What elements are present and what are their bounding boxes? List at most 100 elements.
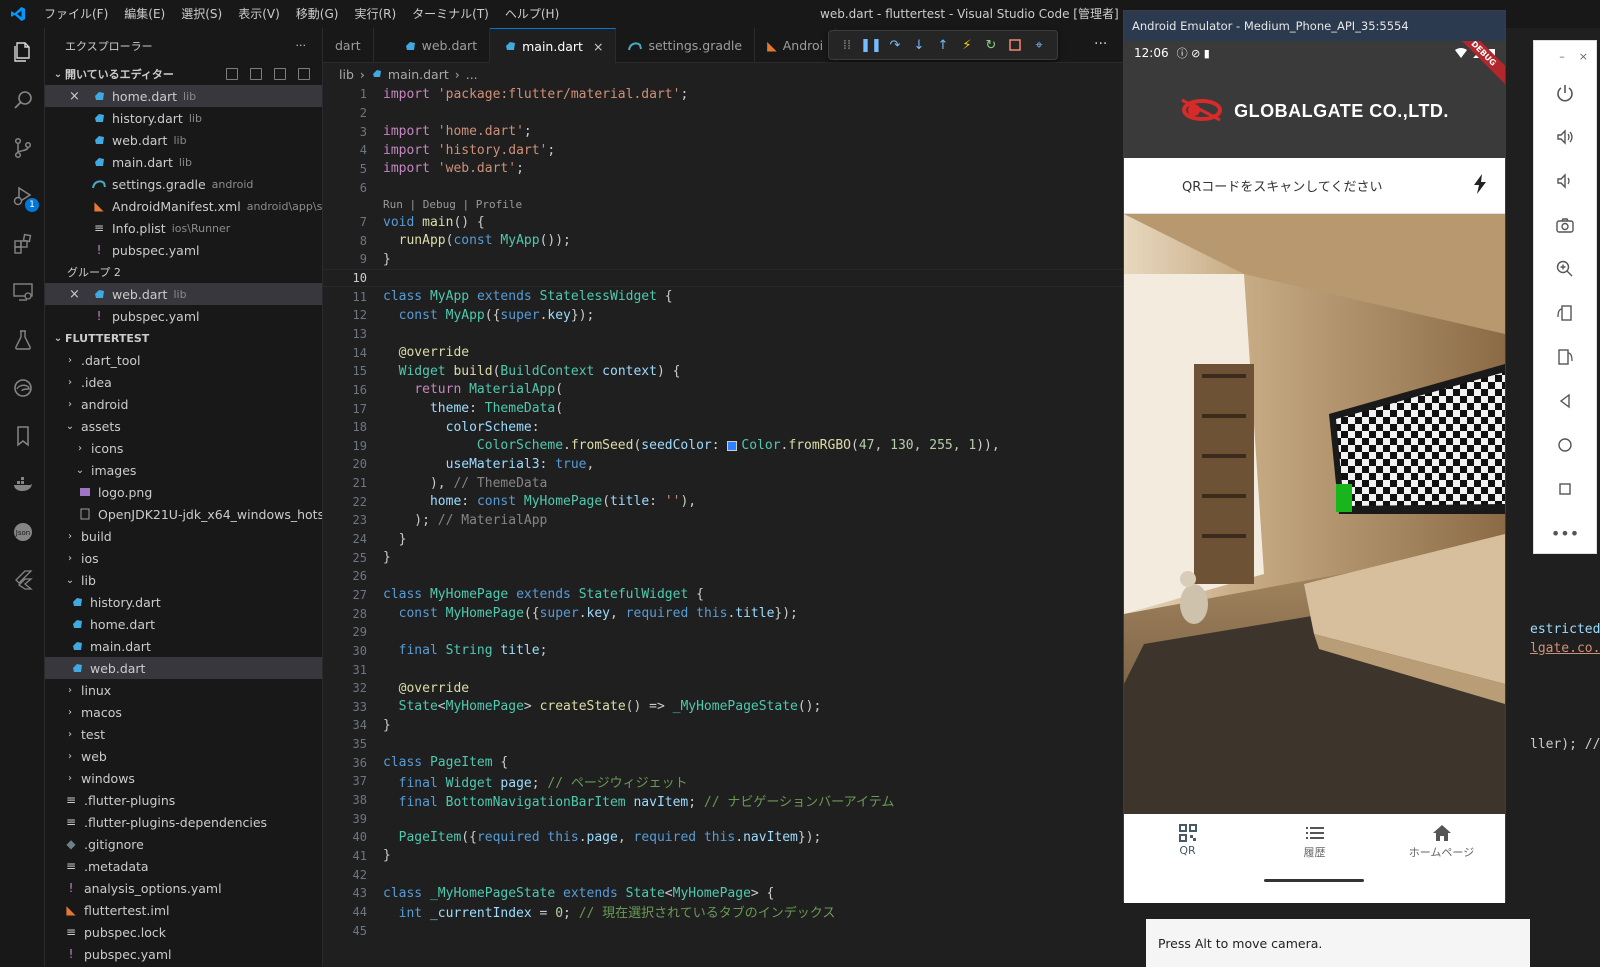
menu-edit[interactable]: 編集(E) (116, 0, 173, 28)
tree-file[interactable]: ! analysis_options.yaml (45, 877, 322, 899)
open-editor-item[interactable]: × web.dart lib (45, 283, 322, 305)
rotate-right-icon[interactable] (1534, 335, 1596, 379)
tree-file[interactable]: home.dart (45, 613, 322, 635)
menu-file[interactable]: ファイル(F) (36, 0, 116, 28)
breadcrumb-folder[interactable]: lib (339, 67, 354, 82)
power-icon[interactable] (1534, 71, 1596, 115)
tree-folder[interactable]: › .idea (45, 371, 322, 393)
menu-view[interactable]: 表示(V) (230, 0, 288, 28)
open-editor-item[interactable]: web.dart lib (45, 129, 322, 151)
restart-icon[interactable]: ↻ (983, 37, 999, 53)
menu-run[interactable]: 実行(R) (346, 0, 404, 28)
tree-folder[interactable]: ⌄ assets (45, 415, 322, 437)
explorer-icon[interactable] (0, 28, 45, 76)
tree-file[interactable]: logo.png (45, 481, 322, 503)
menu-terminal[interactable]: ターミナル(T) (404, 0, 497, 28)
home-icon[interactable] (1534, 423, 1596, 467)
step-out-icon[interactable]: ↑ (935, 37, 951, 53)
tree-file[interactable]: ◣ fluttertest.iml (45, 899, 322, 921)
open-editor-item[interactable]: ! pubspec.yaml (45, 239, 322, 261)
tab-android-manifest[interactable]: ◣ Androi (755, 28, 837, 63)
close-icon[interactable]: × (69, 89, 80, 104)
tree-folder[interactable]: ⌄ lib (45, 569, 322, 591)
tab-web-dart[interactable]: web.dart (374, 28, 491, 63)
tree-folder[interactable]: › linux (45, 679, 322, 701)
tree-file-selected[interactable]: web.dart (45, 657, 322, 679)
step-into-icon[interactable]: ↓ (911, 37, 927, 53)
back-icon[interactable] (1534, 379, 1596, 423)
nav-qr[interactable]: QR (1138, 822, 1238, 857)
camera-preview[interactable] (1124, 214, 1505, 814)
bookmark-icon[interactable] (0, 412, 45, 460)
edge-devtools-icon[interactable] (0, 364, 45, 412)
open-editor-item[interactable]: history.dart lib (45, 107, 322, 129)
hot-reload-icon[interactable]: ⚡ (959, 37, 975, 53)
tree-folder[interactable]: › web (45, 745, 322, 767)
close-all-icon[interactable] (274, 68, 286, 80)
zoom-icon[interactable] (1534, 247, 1596, 291)
run-debug-icon[interactable]: 1 (0, 172, 45, 220)
tree-folder[interactable]: › windows (45, 767, 322, 789)
tree-folder[interactable]: › build (45, 525, 322, 547)
codelens-run-debug[interactable]: Run | Debug | Profile (323, 197, 1123, 213)
more-icon[interactable]: ••• (1534, 511, 1596, 555)
tree-folder[interactable]: › android (45, 393, 322, 415)
source-control-icon[interactable] (0, 124, 45, 172)
search-icon[interactable] (0, 76, 45, 124)
close-icon[interactable]: × (593, 39, 603, 54)
tree-file[interactable]: ≡ .flutter-plugins-dependencies (45, 811, 322, 833)
tree-file[interactable]: history.dart (45, 591, 322, 613)
flutter-icon[interactable] (0, 556, 45, 604)
minimize-button[interactable]: – (1559, 50, 1565, 63)
collapse-icon[interactable] (298, 68, 310, 80)
tab-settings-gradle[interactable]: settings.gradle (616, 28, 756, 63)
new-file-icon[interactable] (226, 68, 238, 80)
inspector-icon[interactable]: ⌖ (1031, 37, 1047, 53)
tree-folder[interactable]: › icons (45, 437, 322, 459)
tree-folder[interactable]: › macos (45, 701, 322, 723)
tree-folder[interactable]: › test (45, 723, 322, 745)
tree-folder[interactable]: ⌄ images (45, 459, 322, 481)
tree-file[interactable]: ! pubspec.yaml (45, 943, 322, 965)
remote-explorer-icon[interactable] (0, 268, 45, 316)
overview-icon[interactable] (1534, 467, 1596, 511)
step-over-icon[interactable]: ↷ (887, 37, 903, 53)
breadcrumb-more[interactable]: ... (466, 67, 478, 82)
extensions-icon[interactable] (0, 220, 45, 268)
flash-icon[interactable] (1473, 173, 1487, 198)
volume-up-icon[interactable] (1534, 115, 1596, 159)
project-header[interactable]: ⌄ FLUTTERTEST (45, 327, 322, 349)
menu-selection[interactable]: 選択(S) (173, 0, 230, 28)
tree-file[interactable]: ≡ .metadata (45, 855, 322, 877)
open-editor-item[interactable]: ≡ Info.plist ios\Runner (45, 217, 322, 239)
code-editor[interactable]: 1 import 'package:flutter/material.dart';… (323, 85, 1123, 967)
close-icon[interactable]: × (69, 287, 80, 302)
open-editor-item[interactable]: main.dart lib (45, 151, 322, 173)
menu-help[interactable]: ヘルプ(H) (497, 0, 567, 28)
tree-file[interactable]: ≡ pubspec.lock (45, 921, 322, 943)
pause-icon[interactable]: ❚❚ (860, 37, 882, 53)
tree-file[interactable]: ◆ .gitignore (45, 833, 322, 855)
open-editor-item[interactable]: ◣ AndroidManifest.xml android\app\s... (45, 195, 322, 217)
nav-homepage[interactable]: ホームページ (1392, 822, 1492, 860)
close-button[interactable]: × (1579, 50, 1588, 63)
menu-go[interactable]: 移動(G) (288, 0, 347, 28)
tree-file[interactable]: OpenJDK21U-jdk_x64_windows_hots... (45, 503, 322, 525)
open-editor-item[interactable]: settings.gradle android (45, 173, 322, 195)
tree-file[interactable]: main.dart (45, 635, 322, 657)
tree-folder[interactable]: › .dart_tool (45, 349, 322, 371)
rotate-left-icon[interactable] (1534, 291, 1596, 335)
color-swatch[interactable] (727, 440, 738, 451)
testing-icon[interactable] (0, 316, 45, 364)
phone-screen[interactable]: 12:06 ⓘ ⊘ ▮ DEBUG GLOBALGATE CO.,LTD. QR… (1124, 41, 1505, 903)
tab-dart[interactable]: dart (323, 28, 374, 63)
explorer-more-button[interactable]: ··· (296, 39, 307, 52)
camera-icon[interactable] (1534, 203, 1596, 247)
json-icon[interactable]: Json (0, 508, 45, 556)
stop-icon[interactable] (1007, 37, 1023, 53)
breadcrumb-file[interactable]: main.dart (388, 67, 449, 82)
tab-main-dart[interactable]: main.dart × (490, 28, 617, 63)
volume-down-icon[interactable] (1534, 159, 1596, 203)
tree-folder[interactable]: › ios (45, 547, 322, 569)
docker-icon[interactable] (0, 460, 45, 508)
